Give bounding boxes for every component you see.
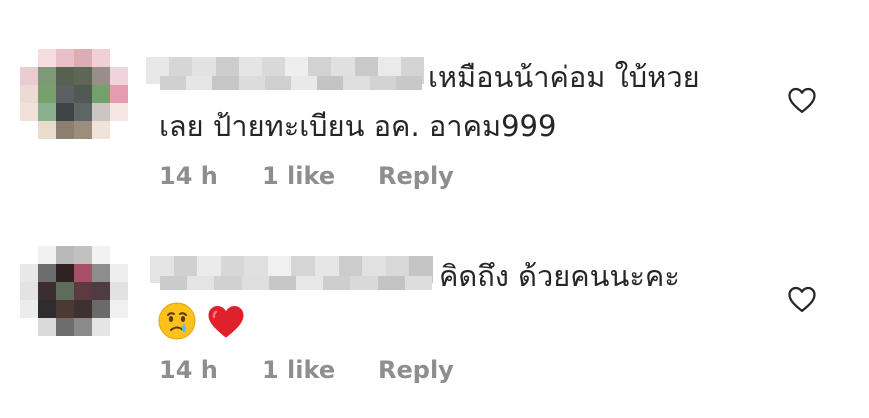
comment-meta: 14 h 1 like Reply (159, 162, 454, 190)
avatar[interactable] (20, 49, 128, 157)
avatar[interactable] (20, 246, 128, 354)
comment-emojis (157, 290, 246, 348)
comment-meta: 14 h 1 like Reply (159, 356, 454, 384)
crying-face-emoji (158, 302, 196, 340)
heart-outline-icon[interactable] (787, 285, 817, 313)
comment-text-line2: เลย ป้ายทะเบียน อค. อาคม999 (159, 109, 557, 143)
timestamp[interactable]: 14 h (159, 356, 262, 384)
comment-text-line1: เหมือนน้าค่อม ใบ้หวย (428, 60, 700, 94)
comment-text: คิดถึง ด้วยคนนะคะ (439, 247, 680, 305)
comment-text-line1: คิดถึง ด้วยคนนะคะ (439, 259, 680, 293)
red-heart-emoji (208, 306, 244, 338)
reply-button[interactable]: Reply (378, 356, 454, 384)
username-blurred-lower (160, 276, 433, 290)
comment-text-continued: เลย ป้ายทะเบียน อค. อาคม999 (159, 97, 556, 155)
heart-outline-icon[interactable] (787, 86, 817, 114)
like-count[interactable]: 1 like (262, 162, 378, 190)
reply-button[interactable]: Reply (378, 162, 454, 190)
like-count[interactable]: 1 like (262, 356, 378, 384)
username-blurred-lower (160, 76, 423, 90)
timestamp[interactable]: 14 h (159, 162, 262, 190)
